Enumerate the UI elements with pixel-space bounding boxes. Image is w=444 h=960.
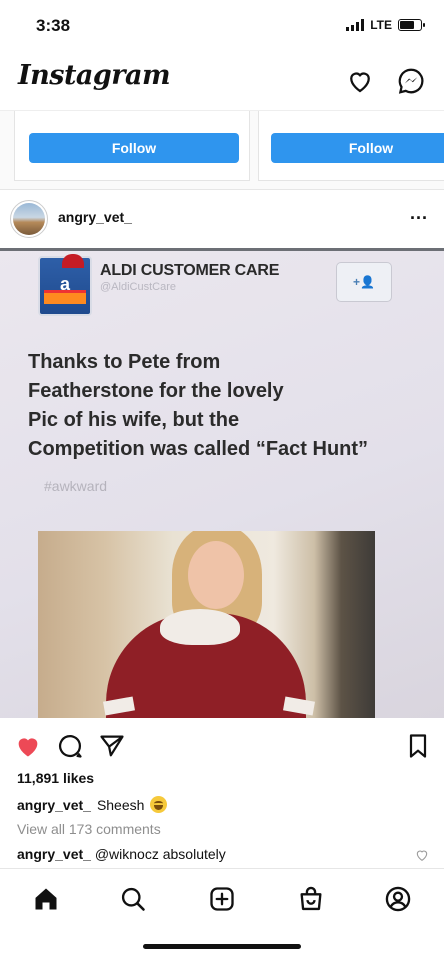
comment: angry_vet_ @wiknocz absolutely	[17, 846, 226, 862]
bookmark-icon[interactable]	[404, 732, 432, 760]
post-actions	[0, 726, 444, 766]
tweet-text: Thanks to Pete from Featherstone for the…	[28, 348, 438, 464]
add-user-icon: +👤	[336, 262, 392, 302]
status-time: 3:38	[36, 16, 71, 35]
comment-like-icon[interactable]	[414, 847, 430, 863]
instagram-logo[interactable]: Instagram	[18, 60, 171, 91]
heart-filled-icon[interactable]	[14, 732, 42, 760]
shop-icon[interactable]	[297, 885, 325, 913]
status-indicators: LTE	[346, 18, 425, 32]
suggestion-card: Follow	[14, 111, 250, 181]
tweet-line: Competition was called “Fact Hunt”	[28, 438, 369, 460]
post-caption: angry_vet_ Sheesh	[17, 796, 168, 813]
comment-text: @wiknocz absolutely	[94, 846, 226, 862]
app-header: Instagram	[0, 52, 444, 110]
suggested-accounts: Follow Follow	[0, 110, 444, 190]
post-header: angry_vet_ ...	[0, 190, 444, 248]
tweet-handle: @AldiCustCare	[100, 281, 176, 293]
comment-username[interactable]: angry_vet_	[17, 846, 91, 862]
tweet-line: Thanks to Pete from	[28, 351, 221, 373]
heart-outline-icon[interactable]	[345, 66, 375, 96]
follow-button[interactable]: Follow	[271, 133, 444, 163]
home-indicator[interactable]	[143, 944, 301, 949]
network-label: LTE	[370, 18, 392, 32]
profile-icon[interactable]	[384, 885, 412, 913]
grinning-emoji-icon	[150, 796, 168, 813]
tweet-hashtag: #awkward	[44, 478, 108, 494]
signal-icon	[346, 19, 365, 31]
tweet-line: Featherstone for the lovely	[28, 380, 284, 402]
post-username[interactable]: angry_vet_	[58, 209, 132, 225]
suggestion-card: Follow	[258, 111, 444, 181]
tweet-account-name: ALDI CUSTOMER CARE	[100, 262, 280, 279]
comment-icon[interactable]	[56, 732, 84, 760]
tweet-line: Pic of his wife, but the	[28, 409, 240, 431]
likes-count[interactable]: 11,891 likes	[17, 770, 94, 786]
follow-button[interactable]: Follow	[29, 133, 239, 163]
caption-text: Sheesh	[96, 796, 145, 813]
bottom-nav	[0, 868, 444, 928]
home-icon[interactable]	[32, 885, 60, 913]
santa-hat-icon	[62, 254, 84, 268]
tweet-photo	[38, 531, 375, 718]
new-post-icon[interactable]	[208, 885, 236, 913]
battery-icon	[398, 19, 425, 31]
post-image[interactable]: a ALDI CUSTOMER CARE @AldiCustCare +👤 Th…	[0, 248, 444, 718]
avatar[interactable]	[10, 200, 48, 238]
status-bar: 3:38 LTE	[0, 0, 444, 52]
share-icon[interactable]	[98, 732, 126, 760]
messenger-icon[interactable]	[396, 66, 426, 96]
search-icon[interactable]	[119, 885, 147, 913]
caption-username[interactable]: angry_vet_	[17, 797, 91, 813]
view-all-comments-link[interactable]: View all 173 comments	[17, 821, 161, 837]
more-options-icon[interactable]: ...	[410, 203, 428, 224]
